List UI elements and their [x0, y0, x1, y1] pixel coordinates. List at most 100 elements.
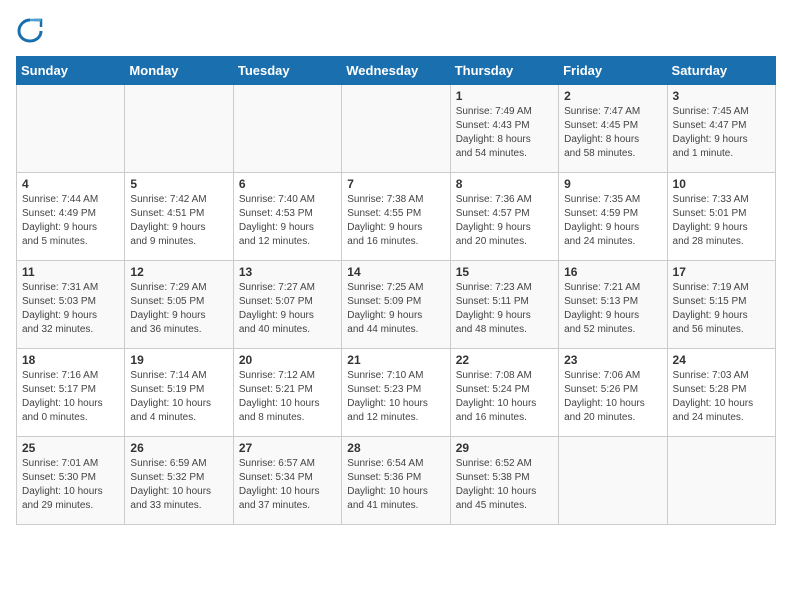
day-number: 22 — [456, 353, 553, 367]
day-info: Sunrise: 7:01 AM Sunset: 5:30 PM Dayligh… — [22, 457, 119, 513]
day-number: 5 — [130, 177, 227, 191]
day-info: Sunrise: 7:27 AM Sunset: 5:07 PM Dayligh… — [239, 281, 336, 337]
calendar-cell: 20 Sunrise: 7:12 AM Sunset: 5:21 PM Dayli… — [233, 349, 341, 437]
day-number: 9 — [564, 177, 661, 191]
calendar-cell: 22 Sunrise: 7:08 AM Sunset: 5:24 PM Dayli… — [450, 349, 558, 437]
calendar-cell: 13 Sunrise: 7:27 AM Sunset: 5:07 PM Dayli… — [233, 261, 341, 349]
day-number: 15 — [456, 265, 553, 279]
header-day-tuesday: Tuesday — [233, 57, 341, 85]
day-info: Sunrise: 6:59 AM Sunset: 5:32 PM Dayligh… — [130, 457, 227, 513]
day-info: Sunrise: 7:38 AM Sunset: 4:55 PM Dayligh… — [347, 193, 444, 249]
calendar-week-2: 4 Sunrise: 7:44 AM Sunset: 4:49 PM Daylig… — [17, 173, 776, 261]
calendar-cell: 10 Sunrise: 7:33 AM Sunset: 5:01 PM Dayli… — [667, 173, 775, 261]
header — [16, 16, 776, 44]
day-info: Sunrise: 7:12 AM Sunset: 5:21 PM Dayligh… — [239, 369, 336, 425]
day-number: 11 — [22, 265, 119, 279]
calendar-cell: 18 Sunrise: 7:16 AM Sunset: 5:17 PM Dayli… — [17, 349, 125, 437]
day-info: Sunrise: 7:16 AM Sunset: 5:17 PM Dayligh… — [22, 369, 119, 425]
calendar-cell: 11Sunrise: 7:31 AM Sunset: 5:03 PM Dayli… — [17, 261, 125, 349]
calendar-cell — [667, 437, 775, 525]
calendar-cell — [125, 85, 233, 173]
day-info: Sunrise: 7:14 AM Sunset: 5:19 PM Dayligh… — [130, 369, 227, 425]
day-number: 25 — [22, 441, 119, 455]
calendar-week-1: 1 Sunrise: 7:49 AM Sunset: 4:43 PM Daylig… — [17, 85, 776, 173]
day-number: 1 — [456, 89, 553, 103]
day-info: Sunrise: 7:33 AM Sunset: 5:01 PM Dayligh… — [673, 193, 770, 249]
calendar-cell — [233, 85, 341, 173]
calendar-cell: 6Sunrise: 7:40 AM Sunset: 4:53 PM Daylig… — [233, 173, 341, 261]
calendar-cell — [17, 85, 125, 173]
calendar-cell: 15 Sunrise: 7:23 AM Sunset: 5:11 PM Dayli… — [450, 261, 558, 349]
calendar-cell — [342, 85, 450, 173]
day-number: 10 — [673, 177, 770, 191]
day-number: 21 — [347, 353, 444, 367]
day-info: Sunrise: 7:29 AM Sunset: 5:05 PM Dayligh… — [130, 281, 227, 337]
calendar-cell: 23 Sunrise: 7:06 AM Sunset: 5:26 PM Dayli… — [559, 349, 667, 437]
calendar-cell: 4 Sunrise: 7:44 AM Sunset: 4:49 PM Daylig… — [17, 173, 125, 261]
day-number: 4 — [22, 177, 119, 191]
header-row: SundayMondayTuesdayWednesdayThursdayFrid… — [17, 57, 776, 85]
calendar-body: 1 Sunrise: 7:49 AM Sunset: 4:43 PM Daylig… — [17, 85, 776, 525]
calendar-cell: 2Sunrise: 7:47 AM Sunset: 4:45 PM Daylig… — [559, 85, 667, 173]
day-info: Sunrise: 7:44 AM Sunset: 4:49 PM Dayligh… — [22, 193, 119, 249]
day-number: 12 — [130, 265, 227, 279]
calendar-week-4: 18 Sunrise: 7:16 AM Sunset: 5:17 PM Dayli… — [17, 349, 776, 437]
calendar-cell — [559, 437, 667, 525]
day-info: Sunrise: 7:08 AM Sunset: 5:24 PM Dayligh… — [456, 369, 553, 425]
day-info: Sunrise: 7:42 AM Sunset: 4:51 PM Dayligh… — [130, 193, 227, 249]
calendar-cell: 21 Sunrise: 7:10 AM Sunset: 5:23 PM Dayli… — [342, 349, 450, 437]
day-number: 13 — [239, 265, 336, 279]
header-day-wednesday: Wednesday — [342, 57, 450, 85]
calendar-cell: 24Sunrise: 7:03 AM Sunset: 5:28 PM Dayli… — [667, 349, 775, 437]
day-number: 17 — [673, 265, 770, 279]
calendar-cell: 8 Sunrise: 7:36 AM Sunset: 4:57 PM Daylig… — [450, 173, 558, 261]
day-number: 28 — [347, 441, 444, 455]
calendar-cell: 26Sunrise: 6:59 AM Sunset: 5:32 PM Dayli… — [125, 437, 233, 525]
calendar-week-5: 25 Sunrise: 7:01 AM Sunset: 5:30 PM Dayli… — [17, 437, 776, 525]
calendar-cell: 12 Sunrise: 7:29 AM Sunset: 5:05 PM Dayli… — [125, 261, 233, 349]
calendar-cell: 29Sunrise: 6:52 AM Sunset: 5:38 PM Dayli… — [450, 437, 558, 525]
calendar-cell: 14 Sunrise: 7:25 AM Sunset: 5:09 PM Dayli… — [342, 261, 450, 349]
day-number: 23 — [564, 353, 661, 367]
day-number: 18 — [22, 353, 119, 367]
day-info: Sunrise: 6:54 AM Sunset: 5:36 PM Dayligh… — [347, 457, 444, 513]
day-number: 19 — [130, 353, 227, 367]
calendar-header: SundayMondayTuesdayWednesdayThursdayFrid… — [17, 57, 776, 85]
day-info: Sunrise: 7:25 AM Sunset: 5:09 PM Dayligh… — [347, 281, 444, 337]
calendar-cell: 17Sunrise: 7:19 AM Sunset: 5:15 PM Dayli… — [667, 261, 775, 349]
day-info: Sunrise: 7:06 AM Sunset: 5:26 PM Dayligh… — [564, 369, 661, 425]
calendar-cell: 1 Sunrise: 7:49 AM Sunset: 4:43 PM Daylig… — [450, 85, 558, 173]
day-number: 16 — [564, 265, 661, 279]
day-info: Sunrise: 7:45 AM Sunset: 4:47 PM Dayligh… — [673, 105, 770, 161]
day-info: Sunrise: 6:57 AM Sunset: 5:34 PM Dayligh… — [239, 457, 336, 513]
day-number: 6 — [239, 177, 336, 191]
day-info: Sunrise: 7:49 AM Sunset: 4:43 PM Dayligh… — [456, 105, 553, 161]
calendar-table: SundayMondayTuesdayWednesdayThursdayFrid… — [16, 56, 776, 525]
calendar-cell: 25 Sunrise: 7:01 AM Sunset: 5:30 PM Dayli… — [17, 437, 125, 525]
logo-icon — [16, 16, 44, 44]
logo — [16, 16, 48, 44]
day-info: Sunrise: 7:10 AM Sunset: 5:23 PM Dayligh… — [347, 369, 444, 425]
header-day-sunday: Sunday — [17, 57, 125, 85]
calendar-cell: 9 Sunrise: 7:35 AM Sunset: 4:59 PM Daylig… — [559, 173, 667, 261]
header-day-saturday: Saturday — [667, 57, 775, 85]
day-number: 7 — [347, 177, 444, 191]
day-number: 20 — [239, 353, 336, 367]
calendar-cell: 16 Sunrise: 7:21 AM Sunset: 5:13 PM Dayli… — [559, 261, 667, 349]
header-day-monday: Monday — [125, 57, 233, 85]
day-number: 8 — [456, 177, 553, 191]
day-info: Sunrise: 7:21 AM Sunset: 5:13 PM Dayligh… — [564, 281, 661, 337]
header-day-friday: Friday — [559, 57, 667, 85]
day-info: Sunrise: 7:35 AM Sunset: 4:59 PM Dayligh… — [564, 193, 661, 249]
day-number: 3 — [673, 89, 770, 103]
day-number: 2 — [564, 89, 661, 103]
day-number: 29 — [456, 441, 553, 455]
calendar-cell: 5 Sunrise: 7:42 AM Sunset: 4:51 PM Daylig… — [125, 173, 233, 261]
calendar-week-3: 11Sunrise: 7:31 AM Sunset: 5:03 PM Dayli… — [17, 261, 776, 349]
day-info: Sunrise: 7:23 AM Sunset: 5:11 PM Dayligh… — [456, 281, 553, 337]
day-info: Sunrise: 7:36 AM Sunset: 4:57 PM Dayligh… — [456, 193, 553, 249]
calendar-cell: 28 Sunrise: 6:54 AM Sunset: 5:36 PM Dayli… — [342, 437, 450, 525]
day-number: 24 — [673, 353, 770, 367]
calendar-cell: 3 Sunrise: 7:45 AM Sunset: 4:47 PM Daylig… — [667, 85, 775, 173]
day-number: 14 — [347, 265, 444, 279]
